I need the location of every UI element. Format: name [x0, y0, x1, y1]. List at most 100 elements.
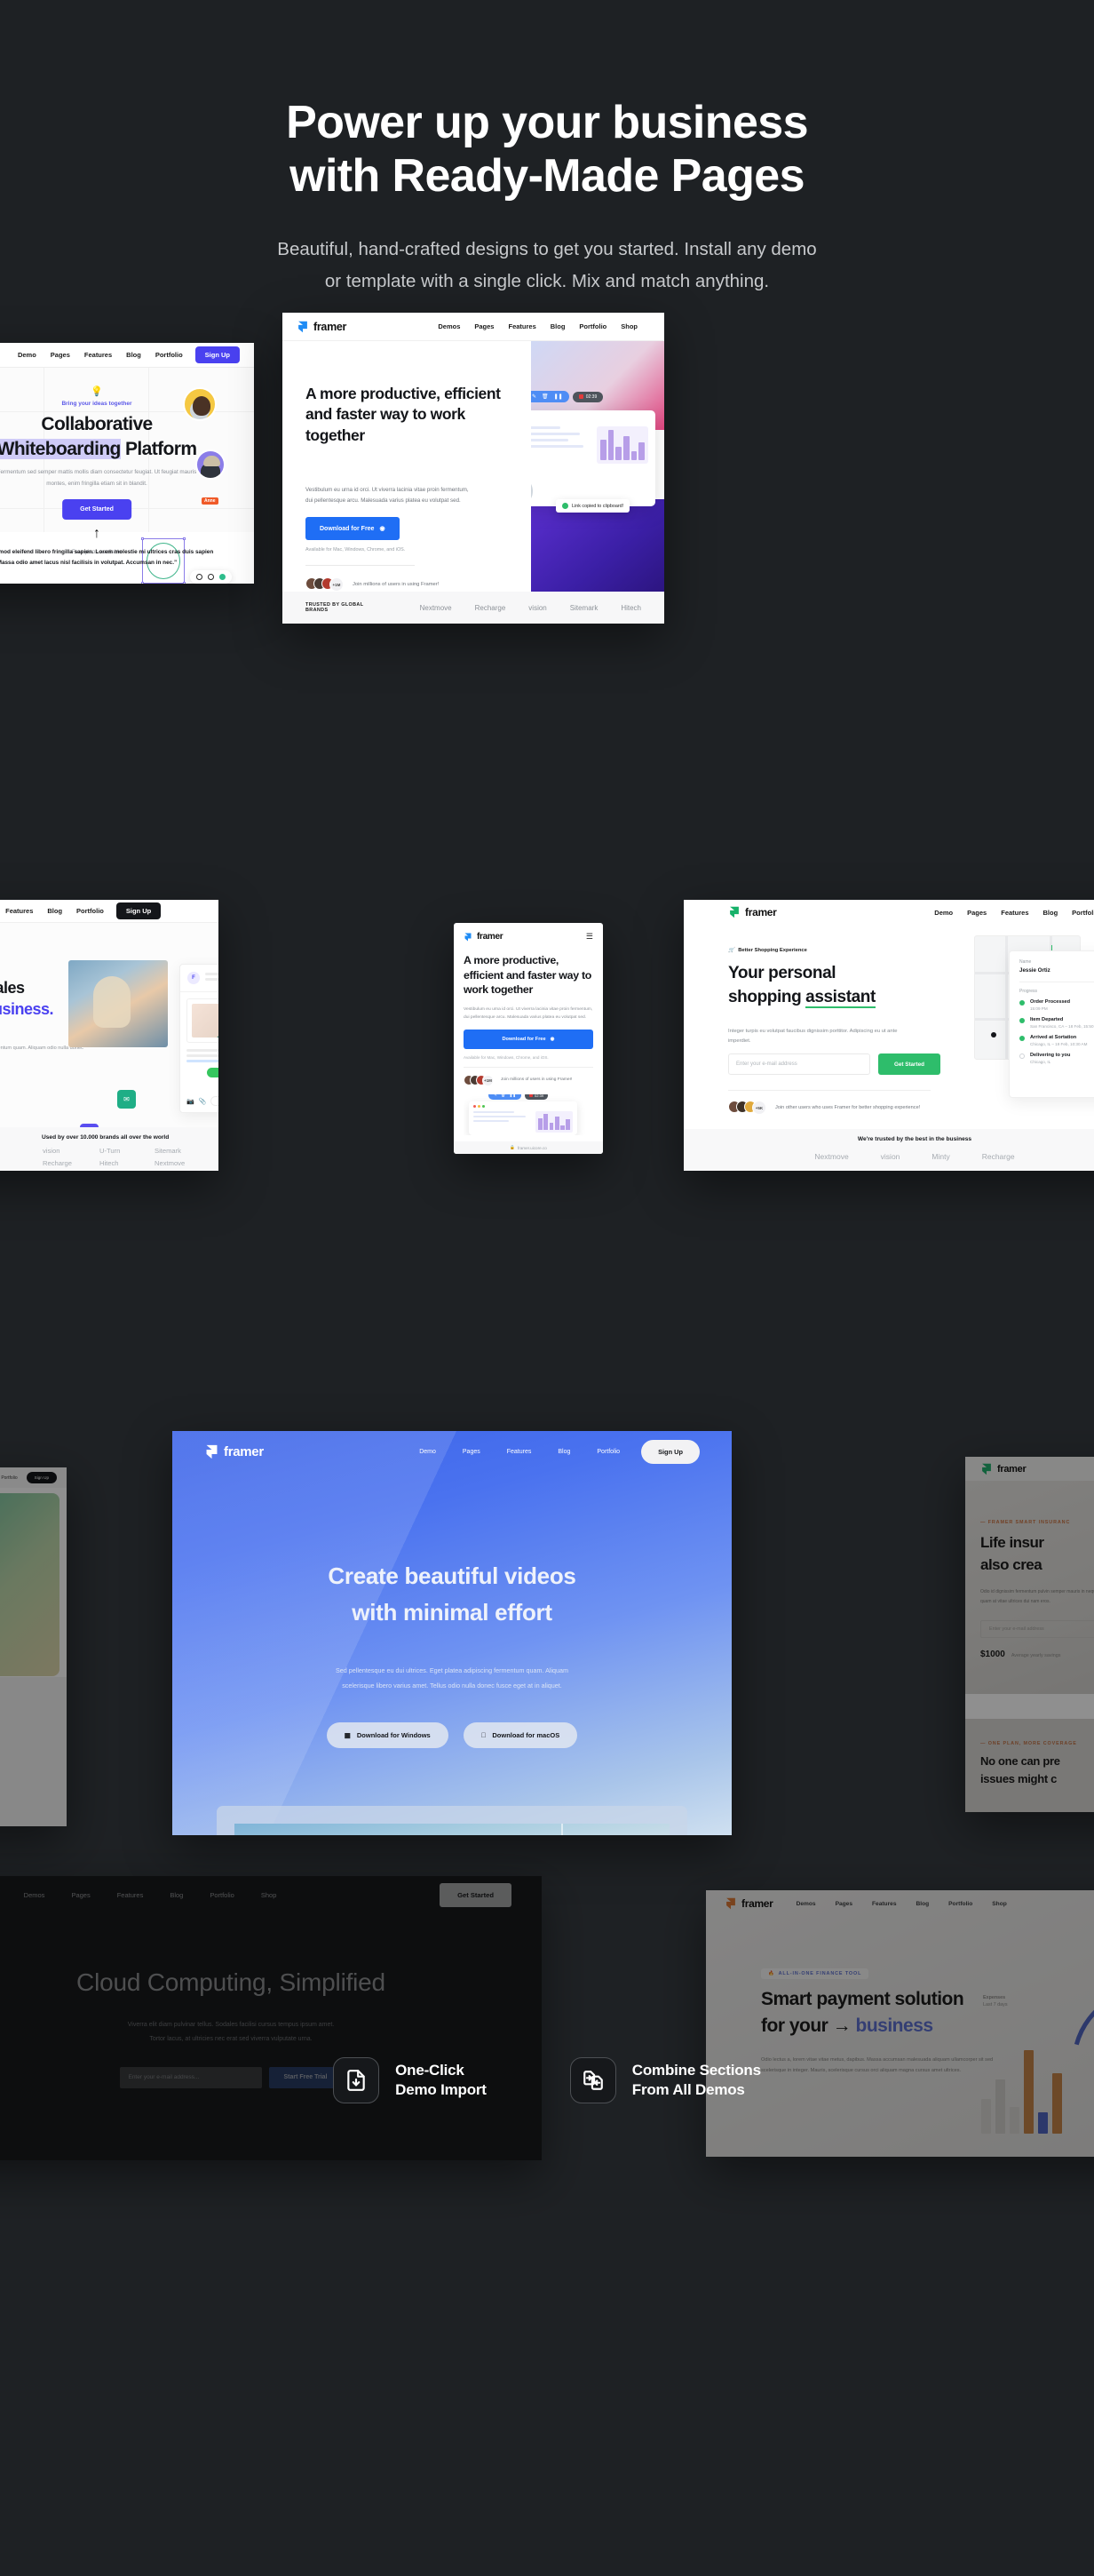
nav-features[interactable]: Features: [507, 1449, 532, 1455]
recording-timer: 02:39: [535, 1094, 544, 1098]
nav-demo[interactable]: Demo: [934, 909, 953, 917]
nav-portfolio[interactable]: Portfolio: [948, 1901, 972, 1907]
nav-portfolio[interactable]: Portfolio: [76, 907, 104, 915]
nav-blog[interactable]: Blog: [126, 351, 141, 359]
template-card-life-insurance[interactable]: framer — FRAMER SMART INSURANC Life insu…: [965, 1457, 1094, 1813]
get-started-button[interactable]: Get Started: [62, 499, 131, 521]
card-whiteboard-title-1: Collaborative: [41, 414, 153, 435]
message-input[interactable]: [210, 1096, 218, 1107]
template-card-sms[interactable]: Pages Features Blog Portfolio Sign Up SM…: [0, 900, 218, 1172]
email-signup-form[interactable]: Enter your e-mail address Get Started: [728, 1053, 940, 1076]
pause-icon[interactable]: ❚❚: [510, 1094, 517, 1098]
nav-portfolio[interactable]: Portfolio: [155, 351, 183, 359]
nav-portfolio[interactable]: Portfolio: [579, 322, 606, 330]
nav-demos[interactable]: Demos: [24, 1891, 45, 1899]
edit-icon[interactable]: ✎: [532, 394, 536, 400]
card-sms-navbar: Pages Features Blog Portfolio Sign Up: [0, 900, 218, 924]
nav-features[interactable]: Features: [508, 322, 535, 330]
get-started-button[interactable]: Get Started: [440, 1882, 511, 1907]
attachment-icon[interactable]: 📎: [199, 1098, 207, 1105]
nav-blog[interactable]: Blog: [170, 1891, 183, 1899]
payment-title-accent: business: [855, 2015, 934, 2037]
nav-demo[interactable]: Demo: [419, 1449, 436, 1455]
nav-demos[interactable]: Demos: [797, 1901, 816, 1907]
template-card-payment[interactable]: framer Demos Pages Features Blog Portfol…: [706, 1890, 1094, 2158]
nav-shop[interactable]: Shop: [992, 1901, 1006, 1907]
nav-pages[interactable]: Pages: [51, 351, 70, 359]
nav-pages[interactable]: Pages: [967, 909, 987, 917]
template-card-mobile[interactable]: framer ☰ A more productive, efficient an…: [454, 923, 603, 1155]
get-started-button[interactable]: Get Started: [878, 1053, 940, 1076]
logo-text: framer: [745, 906, 777, 919]
template-card-whiteboard[interactable]: er Demo Pages Features Blog Portfolio Si…: [0, 343, 254, 584]
edit-icon[interactable]: ✎: [494, 1094, 497, 1098]
template-card-shopping[interactable]: framer Demo Pages Features Blog Portfoli…: [684, 900, 1094, 1172]
message-input-row[interactable]: 📷 📎 ➕: [186, 1096, 218, 1107]
nav-features[interactable]: Features: [872, 1901, 897, 1907]
hamburger-menu-icon[interactable]: ☰: [586, 932, 593, 942]
sign-up-button[interactable]: Sign Up: [115, 902, 162, 920]
nav-portfolio[interactable]: Portfolio: [210, 1891, 234, 1899]
stat-value: $1000: [980, 1650, 1005, 1660]
video-title-l2: with minimal effort: [352, 1598, 552, 1626]
sign-up-button[interactable]: Sign Up: [26, 1472, 57, 1484]
progress-label: Progress: [1019, 989, 1038, 995]
pause-icon[interactable]: ❚❚: [554, 394, 563, 400]
logo-text: framer: [224, 1443, 264, 1459]
nav-blog[interactable]: Blog: [47, 907, 62, 915]
recording-controls[interactable]: ✎ 🗑 ❚❚ 02:39: [531, 391, 604, 403]
nav-blog[interactable]: Blog: [551, 322, 566, 330]
nav-demo[interactable]: Demo: [18, 351, 36, 359]
sign-up-button[interactable]: Sign Up: [194, 346, 240, 364]
nav-shop[interactable]: Shop: [261, 1891, 277, 1899]
nav-features[interactable]: Features: [117, 1891, 144, 1899]
download-windows-button[interactable]: ▦ Download for Windows: [326, 1722, 448, 1749]
nav-portfolio[interactable]: Portfolio: [1, 1475, 17, 1481]
nav-blog[interactable]: Blog: [916, 1901, 930, 1907]
download-button[interactable]: Download for Free ◉: [464, 1030, 593, 1049]
email-field[interactable]: Enter your e-mail address: [980, 1620, 1094, 1639]
card-mobile-paragraph: Vestibulum eu urna id orci. Ut viverra l…: [464, 1006, 593, 1020]
logo-nextmove: Nextmove: [814, 1152, 849, 1162]
sign-up-button[interactable]: Sign Up: [641, 1439, 700, 1464]
divider: [728, 1090, 931, 1092]
nav-features[interactable]: Features: [84, 351, 112, 359]
download-button[interactable]: Download for Free ◉: [305, 517, 400, 541]
card-shopping-title: Your personal shopping assistant: [728, 962, 932, 1009]
download-macos-button[interactable]: Download for macOS: [463, 1722, 578, 1749]
nav-portfolio[interactable]: Portfolio: [597, 1449, 620, 1455]
delete-icon[interactable]: 🗑: [501, 1094, 506, 1098]
email-field[interactable]: Enter your e-mail address: [728, 1053, 870, 1076]
nav-blog[interactable]: Blog: [1043, 909, 1058, 917]
template-card-station-data[interactable]: Portfolio Sign Up tion Data sights lts d…: [0, 1467, 67, 1827]
card-payment-navlinks: Demos Pages Features Blog Portfolio Shop: [797, 1901, 1007, 1907]
nav-demos[interactable]: Demos: [438, 322, 460, 330]
nav-pages[interactable]: Pages: [836, 1901, 852, 1907]
template-card-cloud[interactable]: framer Demos Pages Features Blog Portfol…: [0, 1876, 542, 2161]
video-p-l2: scelerisque libero varius amet. Tellus o…: [342, 1681, 562, 1690]
color-picker[interactable]: [190, 570, 232, 584]
panel-avatar: F: [187, 972, 200, 985]
feature-combine-sections[interactable]: Combine Sections From All Demos: [569, 2057, 761, 2104]
nav-shop[interactable]: Shop: [621, 322, 638, 330]
send-bubble: [207, 1068, 218, 1078]
card-shopping-brands-strip: We're trusted by the best in the busines…: [684, 1129, 1094, 1172]
nav-pages[interactable]: Pages: [71, 1891, 90, 1899]
nav-pages[interactable]: Pages: [463, 1449, 480, 1455]
stat-label: Average yearly savings: [1011, 1653, 1061, 1659]
delete-icon[interactable]: 🗑: [542, 394, 549, 400]
feature-label: Combine Sections From All Demos: [632, 2061, 761, 2101]
nav-pages[interactable]: Pages: [474, 322, 494, 330]
nav-features[interactable]: Features: [1001, 909, 1028, 917]
camera-icon[interactable]: 📷: [186, 1098, 194, 1105]
nav-blog[interactable]: Blog: [558, 1449, 570, 1455]
toast-notification: Link copied to clipboard!: [556, 499, 630, 513]
download-button-label: Download for Free: [502, 1037, 546, 1042]
template-card-video[interactable]: framer Demo Pages Features Blog Portfoli…: [172, 1431, 732, 1836]
template-card-productive[interactable]: framer Demos Pages Features Blog Portfol…: [282, 313, 664, 624]
feature-one-click-demo-import[interactable]: One-Click Demo Import: [333, 2057, 487, 2104]
nav-features[interactable]: Features: [5, 907, 33, 915]
card-payment-logo: framer: [725, 1897, 773, 1910]
recording-timer: 02:39: [572, 391, 604, 402]
nav-portfolio[interactable]: Portfolio: [1072, 909, 1094, 917]
